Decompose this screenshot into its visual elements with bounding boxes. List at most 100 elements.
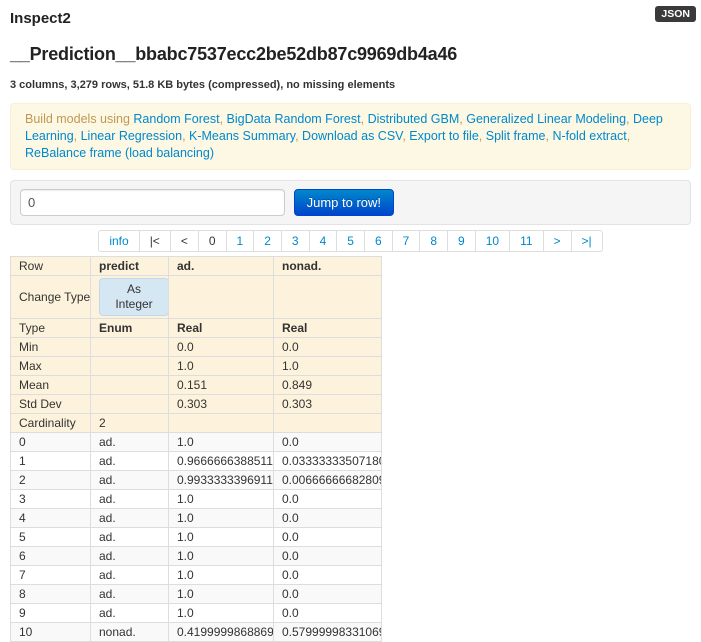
cell-empty <box>168 275 274 319</box>
page-9-link[interactable]: 9 <box>448 230 476 252</box>
cell-predict: ad. <box>90 451 169 471</box>
jump-to-row-input[interactable] <box>20 189 285 216</box>
page-4-link[interactable]: 4 <box>309 230 338 252</box>
action-link-linear-regression[interactable]: Linear Regression <box>81 129 182 143</box>
cell-nonad: 0.0 <box>273 584 382 604</box>
stat-value: Enum <box>90 318 169 338</box>
row-index: 10 <box>10 622 91 642</box>
stat-value: 0.849 <box>273 375 382 395</box>
cell-nonad: 0.0 <box>273 565 382 585</box>
stat-value: Real <box>273 318 382 338</box>
page-last-icon[interactable]: >| <box>571 230 603 252</box>
row-index: 7 <box>10 565 91 585</box>
row-index: 0 <box>10 432 91 452</box>
action-link-download-csv[interactable]: Download as CSV <box>302 129 402 143</box>
cell-predict: ad. <box>90 470 169 490</box>
stat-label: Min <box>10 337 91 357</box>
data-row: 1 ad. 0.9666666388511658 0.0333333350718… <box>10 451 382 471</box>
separator: , <box>73 129 81 143</box>
separator: , <box>219 112 227 126</box>
stat-value: Real <box>168 318 274 338</box>
page-prev-icon: < <box>170 230 199 252</box>
stat-value: 0.303 <box>168 394 274 414</box>
stat-row-max: Max 1.0 1.0 <box>10 356 382 376</box>
page-3-link[interactable]: 3 <box>281 230 310 252</box>
page-info-link[interactable]: info <box>98 230 140 252</box>
action-link-split-frame[interactable]: Split frame <box>486 129 546 143</box>
build-models-bar: Build models using Random Forest, BigDat… <box>10 103 691 170</box>
row-index: 8 <box>10 584 91 604</box>
action-link-nfold-extract[interactable]: N-fold extract <box>552 129 626 143</box>
cell-predict: ad. <box>90 603 169 623</box>
cell-nonad: 0.0 <box>273 432 382 452</box>
page-next-icon[interactable]: > <box>543 230 572 252</box>
separator: , <box>295 129 303 143</box>
row-index: 3 <box>10 489 91 509</box>
stat-row-type: Type Enum Real Real <box>10 318 382 338</box>
stat-row-mean: Mean 0.151 0.849 <box>10 375 382 395</box>
change-type-label: Change Type <box>10 275 91 319</box>
cell-nonad: 0.0 <box>273 489 382 509</box>
page-8-link[interactable]: 8 <box>420 230 449 252</box>
action-link-random-forest[interactable]: Random Forest <box>133 112 219 126</box>
page-7-link[interactable]: 7 <box>392 230 421 252</box>
frame-title: __Prediction__bbabc7537ecc2be52db87c9969… <box>10 44 458 64</box>
page-1-link[interactable]: 1 <box>226 230 255 252</box>
cell-predict: ad. <box>90 432 169 452</box>
pagination: info |< < 0 1 2 3 4 5 6 7 8 9 10 11 > >| <box>98 230 603 252</box>
change-type-row: Change Type As Integer <box>10 275 382 319</box>
cell-nonad: 0.0 <box>273 527 382 547</box>
column-header-ad: ad. <box>168 256 274 276</box>
data-row: 4 ad. 1.0 0.0 <box>10 508 382 528</box>
data-row: 0 ad. 1.0 0.0 <box>10 432 382 452</box>
data-row: 3 ad. 1.0 0.0 <box>10 489 382 509</box>
stat-label: Cardinality <box>10 413 91 433</box>
as-integer-button[interactable]: As Integer <box>99 278 168 316</box>
stat-value <box>90 394 169 414</box>
action-link-summary[interactable]: Summary <box>243 129 296 143</box>
stat-row-stddev: Std Dev 0.303 0.303 <box>10 394 382 414</box>
action-link-bigdata-random-forest[interactable]: BigData Random Forest <box>227 112 361 126</box>
cell-predict: ad. <box>90 508 169 528</box>
action-link-rebalance-frame[interactable]: ReBalance frame (load balancing) <box>25 146 214 160</box>
cell-ad: 1.0 <box>168 527 274 547</box>
cell-ad: 1.0 <box>168 432 274 452</box>
stat-value <box>90 337 169 357</box>
page-0-current: 0 <box>198 230 227 252</box>
data-row: 6 ad. 1.0 0.0 <box>10 546 382 566</box>
stat-value: 2 <box>90 413 169 433</box>
cell-ad: 0.41999998688697815 <box>168 622 274 642</box>
jump-to-row-button[interactable]: Jump to row! <box>293 189 395 216</box>
jump-to-row-panel: Jump to row! <box>10 180 691 225</box>
stat-value <box>273 413 382 433</box>
json-badge[interactable]: JSON <box>655 6 696 22</box>
data-row: 9 ad. 1.0 0.0 <box>10 603 382 623</box>
stat-value: 0.303 <box>273 394 382 414</box>
cell-predict: ad. <box>90 565 169 585</box>
separator: , <box>478 129 486 143</box>
cell-ad: 1.0 <box>168 546 274 566</box>
action-link-distributed-gbm[interactable]: Distributed GBM <box>368 112 460 126</box>
stat-label: Max <box>10 356 91 376</box>
frame-summary: 3 columns, 3,279 rows, 51.8 KB bytes (co… <box>10 79 396 91</box>
action-link-glm[interactable]: Generalized Linear Modeling <box>466 112 626 126</box>
stat-label: Std Dev <box>10 394 91 414</box>
table-header-row: Row predict ad. nonad. <box>10 256 382 276</box>
stat-value: 1.0 <box>273 356 382 376</box>
action-link-export-file[interactable]: Export to file <box>409 129 478 143</box>
page-first-icon: |< <box>139 230 171 252</box>
stat-value: 0.151 <box>168 375 274 395</box>
action-link-kmeans[interactable]: K-Means <box>189 129 239 143</box>
page-10-link[interactable]: 10 <box>475 230 511 252</box>
cell-predict: ad. <box>90 584 169 604</box>
stat-row-min: Min 0.0 0.0 <box>10 337 382 357</box>
page-6-link[interactable]: 6 <box>364 230 393 252</box>
page-11-link[interactable]: 11 <box>510 230 544 252</box>
separator: , <box>626 129 631 143</box>
cell-predict: nonad. <box>90 622 169 642</box>
cell-nonad: 0.5799999833106995 <box>273 622 382 642</box>
page-5-link[interactable]: 5 <box>337 230 365 252</box>
page-2-link[interactable]: 2 <box>254 230 282 252</box>
data-row: 8 ad. 1.0 0.0 <box>10 584 382 604</box>
data-row: 7 ad. 1.0 0.0 <box>10 565 382 585</box>
